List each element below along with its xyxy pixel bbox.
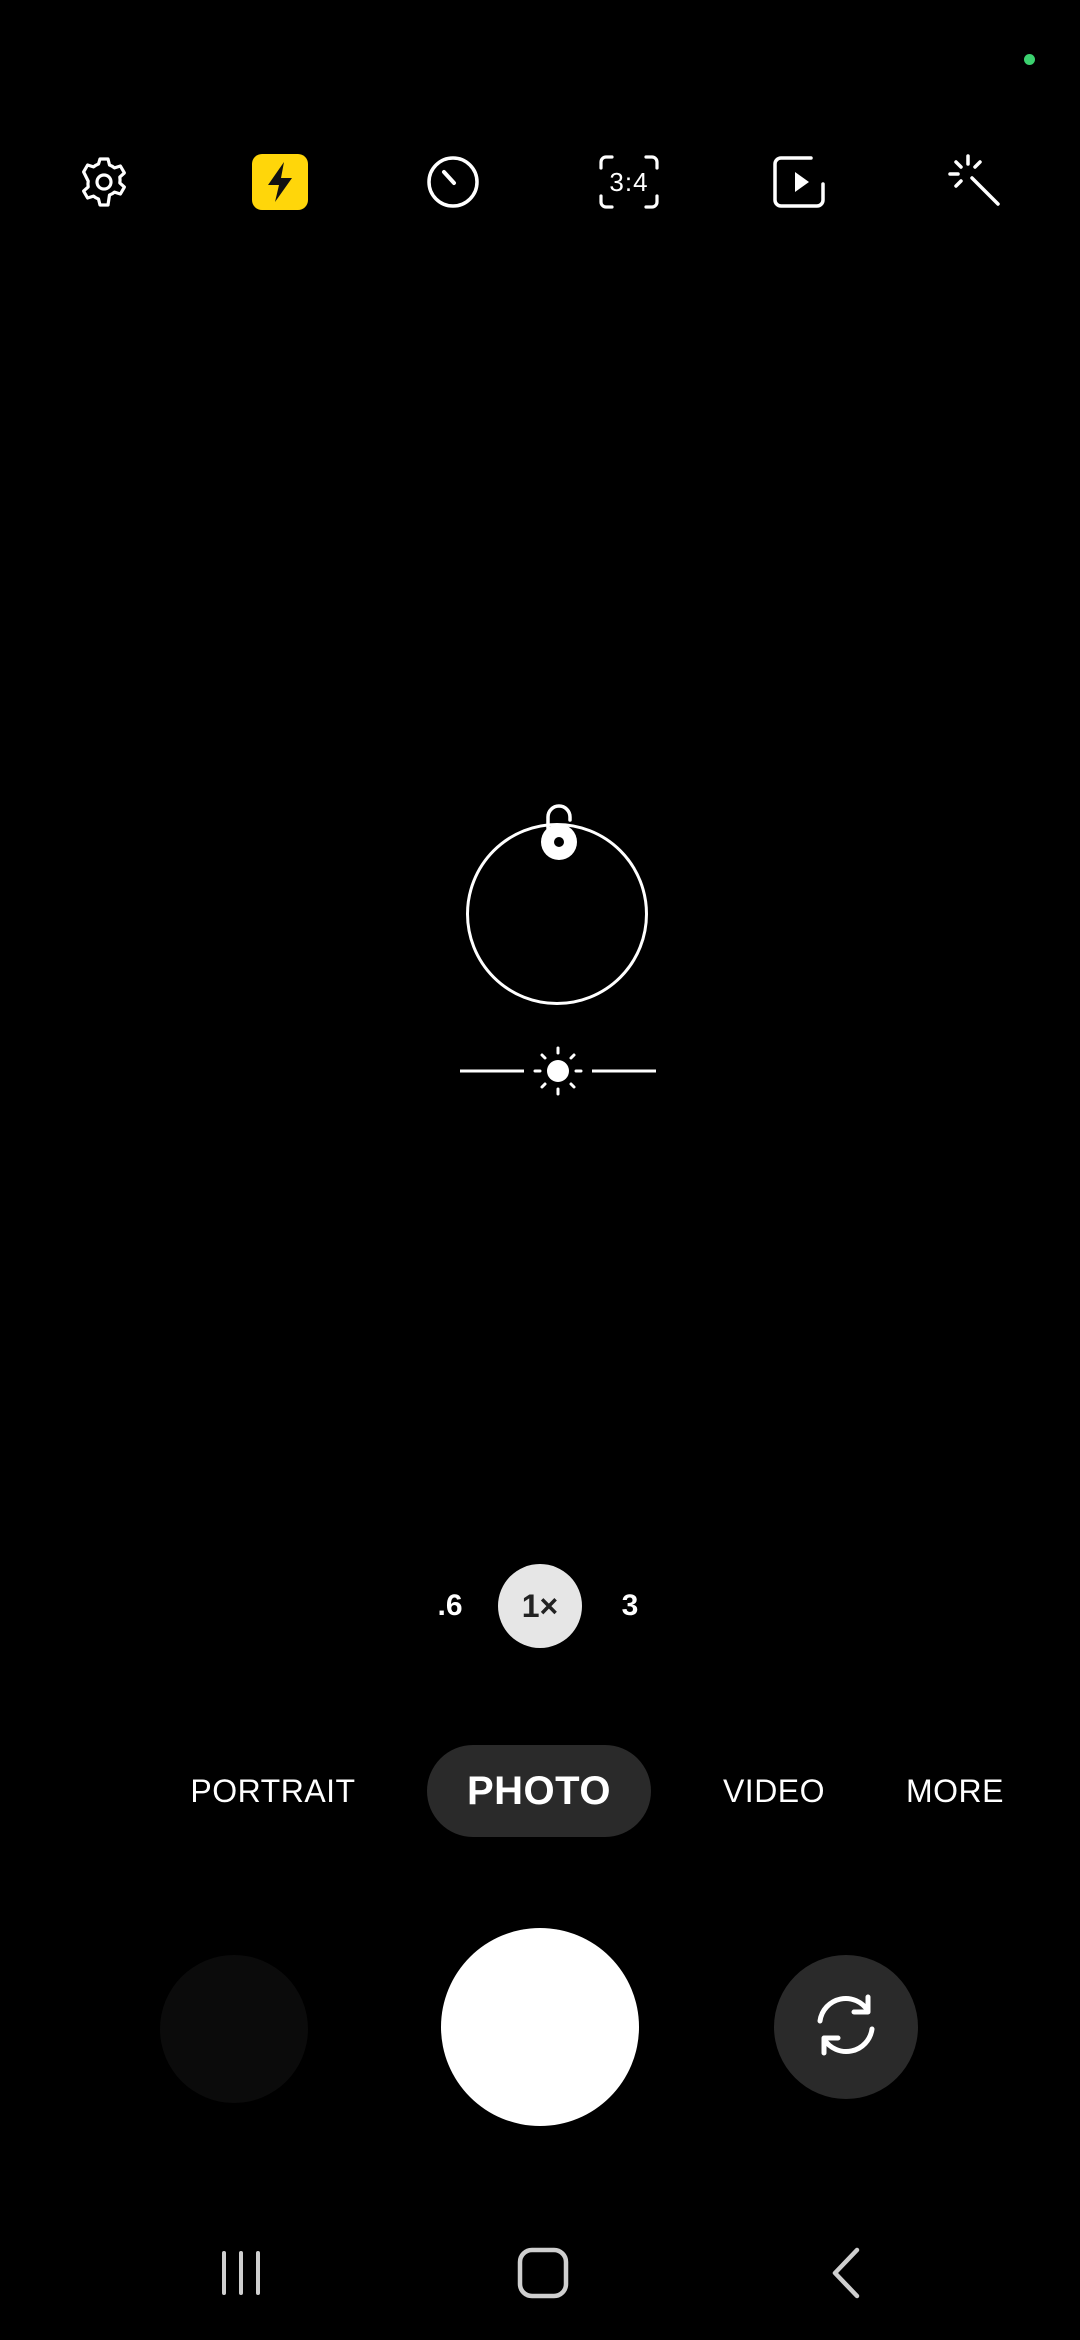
mode-video[interactable]: VIDEO — [712, 1745, 836, 1837]
timer-icon — [425, 154, 481, 210]
flash-icon — [262, 160, 298, 204]
camera-toolbar: 3:4 — [0, 150, 1080, 214]
home-icon — [515, 2245, 571, 2306]
mode-selector: PORTRAIT PHOTO VIDEO MORE — [0, 1745, 1080, 1837]
recent-apps-icon — [216, 2248, 266, 2303]
filters-button[interactable] — [944, 150, 1008, 214]
mode-photo[interactable]: PHOTO — [427, 1745, 651, 1837]
timer-button[interactable] — [421, 150, 485, 214]
focus-lock-button[interactable] — [534, 800, 584, 864]
shutter-button[interactable] — [441, 1928, 639, 2126]
home-button[interactable] — [508, 2240, 578, 2310]
zoom-option-3[interactable]: 3 — [600, 1564, 660, 1648]
zoom-selector: .6 1× 3 — [0, 1564, 1080, 1648]
zoom-option-1x[interactable]: 1× — [498, 1564, 582, 1648]
aspect-ratio-button[interactable]: 3:4 — [594, 150, 664, 214]
system-navbar — [0, 2240, 1080, 2310]
mode-more[interactable]: MORE — [896, 1745, 1014, 1837]
back-button[interactable] — [812, 2240, 882, 2310]
gallery-thumbnail[interactable] — [160, 1955, 308, 2103]
recent-apps-button[interactable] — [206, 2240, 276, 2310]
sun-icon — [533, 1046, 583, 1096]
zoom-option-0.6[interactable]: .6 — [420, 1564, 480, 1648]
mode-portrait[interactable]: PORTRAIT — [180, 1745, 366, 1837]
privacy-indicator-dot — [1024, 54, 1035, 65]
unlock-icon — [541, 804, 577, 860]
settings-button[interactable] — [72, 150, 136, 214]
switch-camera-icon — [806, 1985, 886, 2070]
gear-icon — [76, 154, 132, 210]
flash-button[interactable] — [252, 154, 308, 210]
magic-wand-icon — [946, 152, 1006, 212]
switch-camera-button[interactable] — [774, 1955, 918, 2099]
motion-photo-icon — [771, 154, 831, 210]
aspect-ratio-label: 3:4 — [609, 166, 649, 197]
exposure-slider[interactable] — [458, 1046, 658, 1096]
motion-photo-button[interactable] — [769, 150, 833, 214]
back-icon — [827, 2245, 867, 2306]
